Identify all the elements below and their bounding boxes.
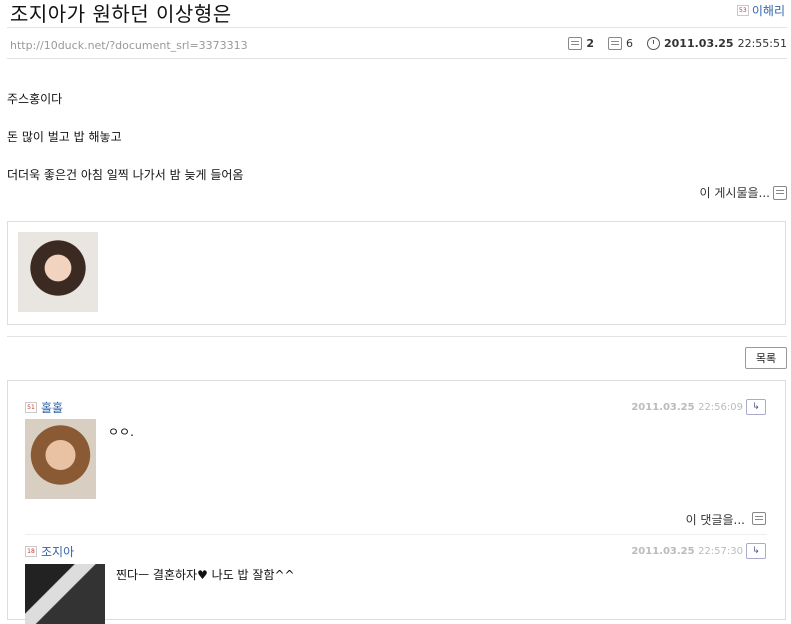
content-divider: [7, 336, 787, 337]
title-divider: [7, 27, 787, 28]
comment-list: 51 홀홀 2011.03.25 22:56:09 ↳ ㅇㅇ. 이 댓글을...…: [7, 380, 786, 624]
author-photo: [18, 232, 98, 312]
post-meta: 2 6 2011.03.25 22:55:51: [568, 37, 787, 50]
comment-text: ㅇㅇ.: [108, 425, 134, 439]
avatar: [25, 564, 105, 624]
reply-icon[interactable]: ↳: [746, 399, 766, 415]
post-body-line: 주스홍이다: [7, 92, 63, 106]
meta-divider: [7, 58, 787, 59]
list-button[interactable]: 목록: [745, 347, 787, 369]
post-title: 조지아가 원하던 이상형은: [10, 2, 232, 26]
comment-date: 2011.03.25 22:57:30: [631, 546, 743, 557]
comment-author-name[interactable]: 조지아: [41, 543, 74, 560]
level-icon: 53: [736, 5, 749, 16]
comment-count: 2: [586, 37, 594, 50]
post-url[interactable]: http://10duck.net/?document_srl=3373313: [10, 39, 248, 52]
comment-date-time: 22:56:09: [698, 402, 743, 413]
clock-icon: [647, 37, 660, 50]
view-count: 6: [626, 37, 633, 50]
report-icon[interactable]: [752, 512, 766, 525]
post-body-line: 돈 많이 벌고 밥 해놓고: [7, 130, 122, 144]
post-actions-label[interactable]: 이 게시물을...: [700, 184, 770, 201]
comment-actions-label[interactable]: 이 댓글을...: [686, 511, 745, 528]
comment-date-time: 22:57:30: [698, 546, 743, 557]
post-date: 2011.03.25: [664, 37, 734, 50]
comment-icon: [568, 37, 583, 50]
comment-text: 찐다ㅡ 결혼하자♥ 나도 밥 잘함^^: [116, 568, 295, 582]
comment-divider: [25, 534, 767, 535]
signature-box: [7, 221, 786, 325]
post-time: 22:55:51: [737, 37, 787, 50]
post-actions[interactable]: 이 게시물을...: [700, 184, 787, 201]
post-body-line: 더더욱 좋은건 아침 일찍 나가서 밤 늦게 들어옴: [7, 168, 244, 182]
reply-icon[interactable]: ↳: [746, 543, 766, 559]
level-icon: 18: [25, 546, 37, 557]
comment-author-name[interactable]: 홀홀: [41, 399, 63, 416]
avatar: [25, 419, 96, 499]
post-author[interactable]: 53 이해리: [736, 2, 785, 19]
comment-author[interactable]: 51 홀홀: [25, 399, 63, 416]
author-name[interactable]: 이해리: [752, 2, 785, 19]
view-icon: [608, 37, 622, 50]
comment-author[interactable]: 18 조지아: [25, 543, 74, 560]
comment-date-day: 2011.03.25: [631, 402, 695, 413]
comment-date-day: 2011.03.25: [631, 546, 695, 557]
level-icon: 51: [25, 402, 37, 413]
report-icon[interactable]: [773, 185, 787, 200]
comment-date: 2011.03.25 22:56:09: [631, 402, 743, 413]
